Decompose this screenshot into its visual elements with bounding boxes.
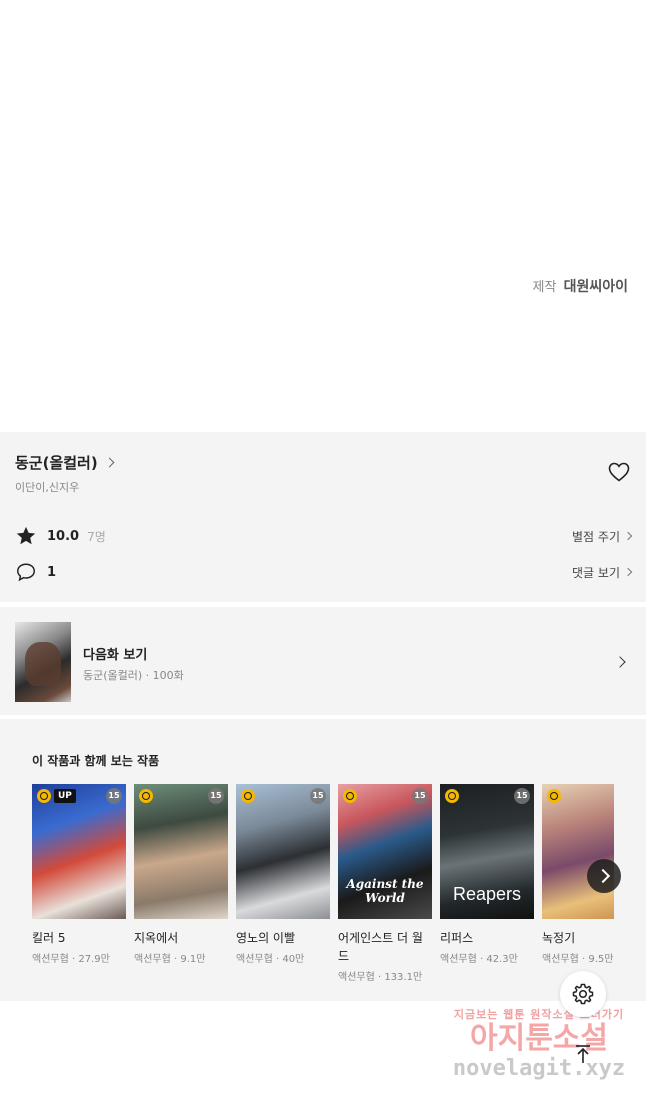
cover-title-text: Reapers — [452, 884, 522, 904]
recommendation-card[interactable]: 15 Reapers 리퍼스 액션무협 · 42.3만 — [440, 784, 534, 965]
age-rating-badge: 15 — [208, 788, 224, 804]
age-rating-badge: 15 — [514, 788, 530, 804]
age-rating-badge: 15 — [106, 788, 122, 804]
rate-button[interactable]: 별점 주기 — [572, 528, 633, 545]
recommendations-panel: 이 작품과 함께 보는 작품 UP 15 킬러 5 액션무협 · 27.9만 1… — [0, 719, 646, 1001]
clock-icon — [343, 789, 357, 803]
card-meta: 액션무협 · 40만 — [236, 954, 305, 965]
rating-row: 10.0 7명 별점 주기 — [15, 524, 633, 548]
cover-image: 15 — [236, 784, 330, 919]
clock-icon — [241, 789, 255, 803]
next-episode-sub: 동군(올컬러) · 100화 — [83, 669, 184, 682]
clock-icon — [37, 789, 51, 803]
card-meta: 액션무협 · 27.9만 — [32, 954, 110, 965]
recommendation-carousel: UP 15 킬러 5 액션무협 · 27.9만 15 지옥에서 액션무협 · 9… — [32, 784, 614, 994]
view-comments-label: 댓글 보기 — [572, 565, 620, 580]
age-rating-badge: 15 — [412, 788, 428, 804]
settings-button[interactable] — [560, 971, 606, 1017]
card-title: 리퍼스 — [440, 931, 474, 945]
cover-image — [542, 784, 614, 919]
chevron-right-icon — [614, 656, 626, 668]
credit-label: 제작 — [532, 280, 557, 295]
star-icon — [16, 526, 36, 545]
card-meta: 액션무협 · 133.1만 — [338, 972, 423, 983]
watermark-line3: novelagit.xyz — [452, 1056, 626, 1081]
recommendation-card[interactable]: 15 영노의 이빨 액션무협 · 40만 — [236, 784, 330, 965]
series-authors: 이단이,신지우 — [15, 481, 80, 494]
heart-icon[interactable] — [607, 460, 631, 484]
clock-icon — [547, 789, 561, 803]
cover-title-text: Against the World — [346, 877, 424, 905]
card-meta: 액션무협 · 9.5만 — [542, 954, 614, 965]
chevron-right-icon — [623, 567, 633, 577]
cover-image: 15 Reapers — [440, 784, 534, 919]
rating-count: 7명 — [87, 529, 106, 544]
cover-image: 15 — [134, 784, 228, 919]
card-title: 영노의 이빨 — [236, 931, 296, 945]
arrow-up-icon — [576, 1045, 590, 1063]
card-meta: 액션무협 · 42.3만 — [440, 954, 518, 965]
chevron-right-icon — [623, 531, 633, 541]
age-rating-badge: 15 — [310, 788, 326, 804]
recommendation-card[interactable]: 15 Against the World 어게인스트 더 월드 액션무협 · 1… — [338, 784, 432, 983]
recommendations-heading: 이 작품과 함께 보는 작품 — [32, 754, 160, 768]
comment-count: 1 — [47, 564, 57, 580]
series-title-link[interactable]: 동군(올컬러) — [15, 452, 115, 473]
chevron-right-icon — [104, 457, 115, 468]
cover-image: UP 15 — [32, 784, 126, 919]
comment-row: 1 댓글 보기 — [15, 560, 633, 584]
rating-value: 10.0 — [47, 528, 80, 544]
clock-icon — [445, 789, 459, 803]
watermark: 지금보는 웹툰 원작소설 보러가기 아지툰소설 novelagit.xyz — [444, 1006, 634, 1081]
cover-image: 15 Against the World — [338, 784, 432, 919]
clock-icon — [139, 789, 153, 803]
card-title: 킬러 5 — [32, 931, 66, 945]
comment-icon — [17, 563, 35, 582]
recommendation-card[interactable]: 15 지옥에서 액션무협 · 9.1만 — [134, 784, 228, 965]
watermark-line1: 지금보는 웹툰 원작소설 보러가기 — [453, 1008, 625, 1021]
card-title: 어게인스트 더 월드 — [338, 931, 423, 963]
view-comments-button[interactable]: 댓글 보기 — [572, 564, 633, 581]
carousel-next-button[interactable] — [587, 859, 621, 893]
gear-icon — [572, 983, 594, 1005]
card-meta: 액션무협 · 9.1만 — [134, 954, 206, 965]
next-episode-panel[interactable]: 다음화 보기 동군(올컬러) · 100화 — [0, 607, 646, 715]
recommendation-card[interactable]: UP 15 킬러 5 액션무협 · 27.9만 — [32, 784, 126, 965]
card-title: 지옥에서 — [134, 931, 179, 945]
credit-studio: 대원씨아이 — [563, 279, 628, 295]
card-title: 녹정기 — [542, 931, 576, 945]
production-credit: 제작 대원씨아이 — [533, 276, 628, 296]
series-info-panel: 동군(올컬러) 이단이,신지우 10.0 7명 별점 주기 1 댓글 보기 — [0, 432, 646, 602]
next-episode-label: 다음화 보기 — [83, 648, 148, 663]
series-title: 동군(올컬러) — [15, 454, 98, 472]
up-badge: UP — [54, 789, 76, 803]
next-episode-thumbnail — [15, 622, 71, 702]
scroll-to-top-button[interactable] — [560, 1031, 606, 1077]
rate-button-label: 별점 주기 — [572, 529, 620, 544]
